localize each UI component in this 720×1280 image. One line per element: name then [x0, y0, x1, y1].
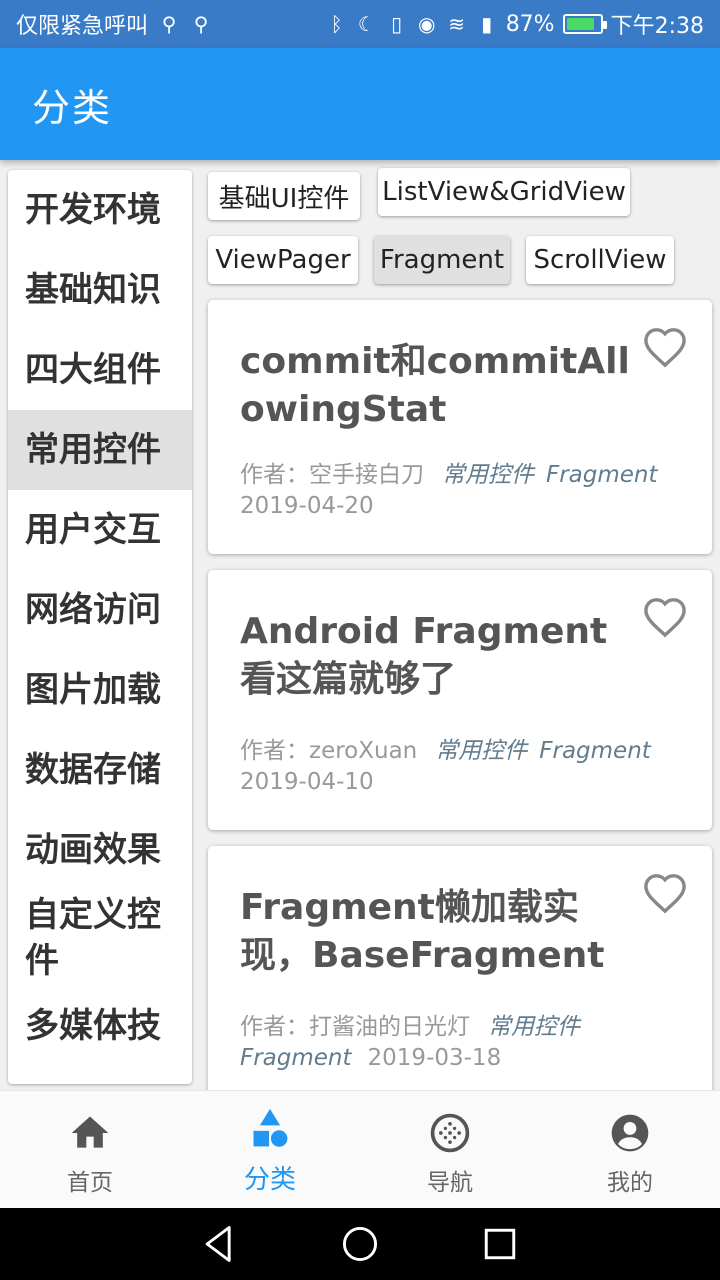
system-nav-bar [0, 1208, 720, 1280]
back-icon[interactable] [198, 1222, 242, 1266]
nav-label: 导航 [427, 1170, 473, 1196]
article-title: Android Fragment看这篇就够了 [240, 611, 608, 700]
article-tag[interactable]: 常用控件 [442, 462, 534, 488]
nav-category[interactable]: 分类 [180, 1091, 360, 1208]
category-item[interactable]: 网络访问 [8, 570, 192, 650]
article-author: 作者：打酱油的日光灯 [240, 1014, 470, 1040]
shapes-icon [253, 1108, 288, 1147]
nav-guide[interactable]: 导航 [360, 1091, 540, 1208]
home-icon [71, 1116, 109, 1148]
carrier-text: 仅限紧急呼叫 [16, 14, 149, 39]
recents-icon[interactable] [478, 1222, 522, 1266]
category-item[interactable]: 数据存储 [8, 730, 192, 810]
article-tag[interactable]: 常用控件 [435, 738, 527, 764]
heart-icon[interactable] [642, 596, 688, 638]
clock: 下午2:38 [610, 14, 704, 39]
article-date: 2019-04-20 [240, 493, 374, 519]
category-item[interactable]: 多媒体技 [8, 986, 192, 1066]
category-item[interactable]: 开发环境 [8, 170, 192, 250]
article-author: 作者：zeroXuan [240, 738, 418, 764]
chip-listview-gridview[interactable]: ListView&GridView [378, 168, 630, 216]
app-bar: 分类 [0, 48, 720, 160]
vibrate-icon: ▯ [391, 12, 403, 36]
eye-icon: ◉ [417, 12, 436, 36]
category-item-selected[interactable]: 常用控件 [8, 410, 192, 490]
article-card[interactable]: Android Fragment看这篇就够了 作者：zeroXuan 常用控件 Fr… [208, 570, 712, 830]
article-meta: 作者：空手接白刀 常用控件 Fragment 2019-04-20 [240, 460, 690, 522]
category-item[interactable]: 基础知识 [8, 250, 192, 330]
moon-icon: ☾ [357, 12, 376, 36]
usb-icon: ⚲ [193, 12, 209, 36]
article-date: 2019-03-18 [367, 1045, 502, 1071]
article-author: 作者：空手接白刀 [240, 462, 424, 488]
bluetooth-icon: ᛒ [330, 12, 343, 36]
category-item[interactable]: 自定义控件 [8, 890, 168, 986]
article-meta: 作者：打酱油的日光灯 常用控件 Fragment 2019-03-18 [240, 1012, 690, 1074]
article-title: commit和commitAllowingStat [240, 341, 630, 430]
article-tag[interactable]: Fragment [240, 1045, 352, 1071]
nav-label: 首页 [67, 1170, 113, 1196]
article-tag[interactable]: 常用控件 [488, 1014, 580, 1040]
usb-icon: ⚲ [161, 12, 177, 36]
compass-icon [430, 1113, 470, 1153]
sim-icon: ▮ [481, 12, 493, 36]
article-tag[interactable]: Fragment [546, 462, 658, 488]
category-list[interactable]: 开发环境 基础知识 四大组件 常用控件 用户交互 网络访问 图片加载 数据存储 … [8, 170, 192, 1084]
heart-icon[interactable] [642, 326, 688, 368]
chip-basic-ui[interactable]: 基础UI控件 [208, 172, 360, 220]
status-bar: 仅限紧急呼叫 ⚲ ⚲ ᛒ ☾ ▯ ◉ ≋ ▮ 87% 下午2:38 [0, 0, 720, 48]
nav-label: 分类 [243, 1165, 296, 1195]
chip-fragment-selected[interactable]: Fragment [374, 236, 510, 284]
category-item[interactable]: 动画效果 [8, 810, 192, 890]
nav-profile[interactable]: 我的 [540, 1091, 720, 1208]
home-circle-icon[interactable] [338, 1222, 382, 1266]
chip-scrollview[interactable]: ScrollView [526, 236, 674, 284]
article-title: Fragment懒加载实现，BaseFragment [240, 887, 605, 976]
bottom-navigation: 首页 分类 导航 我的 [0, 1090, 720, 1208]
battery-percent: 87% [505, 11, 555, 37]
category-item[interactable]: 图片加载 [8, 650, 192, 730]
article-date: 2019-04-10 [240, 769, 374, 795]
nav-label: 我的 [607, 1170, 653, 1196]
category-item[interactable]: 四大组件 [8, 330, 192, 410]
battery-icon [562, 14, 607, 34]
article-card[interactable]: Fragment懒加载实现，BaseFragment 作者：打酱油的日光灯 常用控… [208, 846, 712, 1106]
nav-home[interactable]: 首页 [0, 1091, 180, 1208]
article-meta: 作者：zeroXuan 常用控件 Fragment 2019-04-10 [240, 736, 690, 798]
article-tag[interactable]: Fragment [539, 738, 651, 764]
category-item[interactable]: 用户交互 [8, 490, 192, 570]
chip-viewpager[interactable]: ViewPager [208, 236, 358, 284]
wifi-icon: ≋ [448, 12, 466, 36]
account-icon [611, 1114, 649, 1152]
article-card[interactable]: commit和commitAllowingStat 作者：空手接白刀 常用控件 Fr… [208, 300, 712, 554]
heart-icon[interactable] [642, 872, 688, 914]
page-title: 分类 [32, 85, 113, 130]
